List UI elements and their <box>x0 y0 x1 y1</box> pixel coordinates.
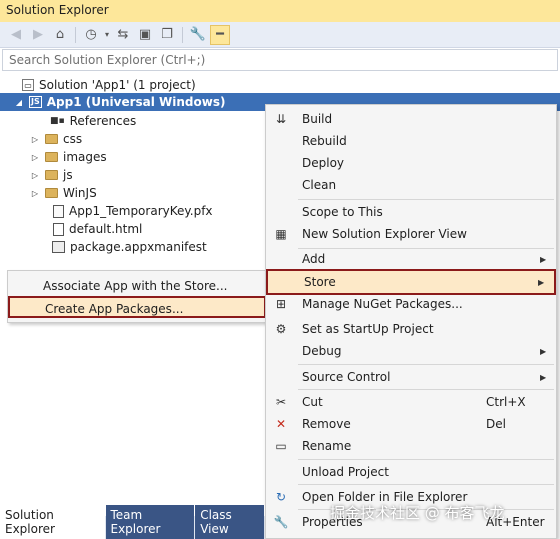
solution-icon: ▭ <box>22 79 34 91</box>
context-menu: ⇊ Build Rebuild Deploy Clean Scope to Th… <box>265 104 557 539</box>
build-icon: ⇊ <box>275 112 287 126</box>
collapsed-arrow-icon[interactable]: ▷ <box>30 189 40 198</box>
tree-item[interactable]: ▷ WinJS <box>30 184 97 202</box>
menu-item-build[interactable]: ⇊ Build <box>266 108 556 130</box>
menu-item-store[interactable]: Store ▶ <box>266 269 556 295</box>
menu-item-deploy[interactable]: Deploy <box>266 152 556 174</box>
tab-solution-explorer[interactable]: Solution Explorer <box>0 505 105 539</box>
certificate-icon <box>53 204 64 218</box>
folder-icon <box>45 170 58 180</box>
tree-item[interactable]: ■▪ References <box>50 112 136 130</box>
tree-item-label: default.html <box>69 222 143 236</box>
watermark-text: 掘金技术社区 @ 布客飞龙 <box>330 504 505 522</box>
expanded-arrow-icon[interactable]: ◢ <box>14 98 24 107</box>
properties-icon[interactable]: 🔧 <box>188 25 208 45</box>
bottom-tab-bar: Solution Explorer Team Explorer Class Vi… <box>0 505 265 539</box>
home-icon[interactable]: ⌂ <box>50 25 70 45</box>
menu-item-cut[interactable]: ✂ Cut Ctrl+X <box>266 391 556 413</box>
window-title: Solution Explorer <box>0 0 560 22</box>
tree-item[interactable]: ▷ css <box>30 130 82 148</box>
menu-separator <box>298 484 554 485</box>
tree-solution-node[interactable]: ▭ Solution 'App1' (1 project) <box>22 76 196 94</box>
tree-item-label: package.appxmanifest <box>70 240 207 254</box>
collapse-icon[interactable]: ▣ <box>135 25 155 45</box>
manifest-file-icon <box>52 241 65 253</box>
gear-icon: ⚙ <box>275 322 287 336</box>
toolbar-separator <box>182 26 183 43</box>
html-file-icon <box>53 222 64 236</box>
collapsed-arrow-icon[interactable]: ▷ <box>30 171 40 180</box>
menu-item-set-startup[interactable]: ⚙ Set as StartUp Project <box>266 318 556 340</box>
tree-item[interactable]: App1_TemporaryKey.pfx <box>53 202 213 220</box>
menu-separator <box>298 199 554 200</box>
search-input[interactable]: Search Solution Explorer (Ctrl+;) <box>2 49 558 71</box>
store-submenu: Associate App with the Store... Create A… <box>7 270 267 323</box>
history-icon[interactable]: ◷ <box>81 25 101 45</box>
menu-item-unload-project[interactable]: Unload Project <box>266 461 556 483</box>
tree-item[interactable]: default.html <box>53 220 142 238</box>
chevron-down-icon[interactable]: ▾ <box>103 25 111 45</box>
forward-icon[interactable]: ▶ <box>28 25 48 45</box>
close-icon: ✕ <box>275 417 287 431</box>
menu-item-debug[interactable]: Debug ▶ <box>266 340 556 362</box>
folder-icon <box>45 134 58 144</box>
submenu-arrow-icon: ▶ <box>540 346 547 356</box>
tree-item-label: WinJS <box>63 186 97 200</box>
js-project-icon: JS <box>29 96 42 108</box>
sync-icon[interactable]: ⇆ <box>113 25 133 45</box>
menu-item-add[interactable]: Add ▶ <box>266 248 556 270</box>
tree-project-node[interactable]: ◢ JS App1 (Universal Windows) <box>14 93 226 111</box>
menu-separator <box>298 459 554 460</box>
tree-item[interactable]: ▷ js <box>30 166 73 184</box>
collapsed-arrow-icon[interactable]: ▷ <box>30 135 40 144</box>
menu-item-manage-nuget[interactable]: ⊞ Manage NuGet Packages... <box>266 293 556 315</box>
rename-icon: ▭ <box>275 439 287 453</box>
menu-item-create-app-packages[interactable]: Create App Packages... <box>8 296 266 318</box>
menu-item-rebuild[interactable]: Rebuild <box>266 130 556 152</box>
menu-separator <box>298 364 554 365</box>
tab-class-view[interactable]: Class View <box>195 505 264 539</box>
menu-item-clean[interactable]: Clean <box>266 174 556 196</box>
menu-item-associate-app[interactable]: Associate App with the Store... <box>8 275 266 297</box>
menu-item-source-control[interactable]: Source Control ▶ <box>266 366 556 388</box>
nuget-icon: ⊞ <box>275 297 287 311</box>
toolbar: ◀ ▶ ⌂ ◷ ▾ ⇆ ▣ ❐ 🔧 ━ <box>0 22 560 48</box>
folder-icon <box>45 152 58 162</box>
menu-item-scope-to-this[interactable]: Scope to This <box>266 201 556 223</box>
tree-item-label: images <box>63 150 107 164</box>
references-icon: ■▪ <box>50 116 65 126</box>
tab-team-explorer[interactable]: Team Explorer <box>105 505 195 539</box>
submenu-arrow-icon: ▶ <box>538 277 545 287</box>
project-label: App1 (Universal Windows) <box>46 95 226 109</box>
menu-item-remove[interactable]: ✕ Remove Del <box>266 413 556 435</box>
scissors-icon: ✂ <box>275 395 287 409</box>
toolbar-separator <box>75 26 76 43</box>
submenu-arrow-icon: ▶ <box>540 372 547 382</box>
wrench-icon: 🔧 <box>273 515 289 529</box>
tree-item-label: js <box>63 168 73 182</box>
folder-icon <box>45 188 58 198</box>
menu-item-rename[interactable]: ▭ Rename <box>266 435 556 457</box>
collapsed-arrow-icon[interactable]: ▷ <box>30 153 40 162</box>
tree-item[interactable]: ▷ images <box>30 148 107 166</box>
menu-item-new-solution-explorer-view[interactable]: ▦ New Solution Explorer View <box>266 223 556 245</box>
new-view-icon: ▦ <box>275 227 287 241</box>
refresh-arrow-icon: ↻ <box>275 490 287 504</box>
tree-item[interactable]: package.appxmanifest <box>52 238 207 256</box>
tree-item-label: App1_TemporaryKey.pfx <box>69 204 213 218</box>
tree-item-label: References <box>69 114 137 128</box>
submenu-arrow-icon: ▶ <box>540 254 547 264</box>
tree-item-label: css <box>63 132 83 146</box>
back-icon[interactable]: ◀ <box>6 25 26 45</box>
menu-separator <box>298 389 554 390</box>
copy-icon[interactable]: ❐ <box>157 25 177 45</box>
solution-label: Solution 'App1' (1 project) <box>39 78 196 92</box>
pin-icon[interactable]: ━ <box>210 24 230 45</box>
